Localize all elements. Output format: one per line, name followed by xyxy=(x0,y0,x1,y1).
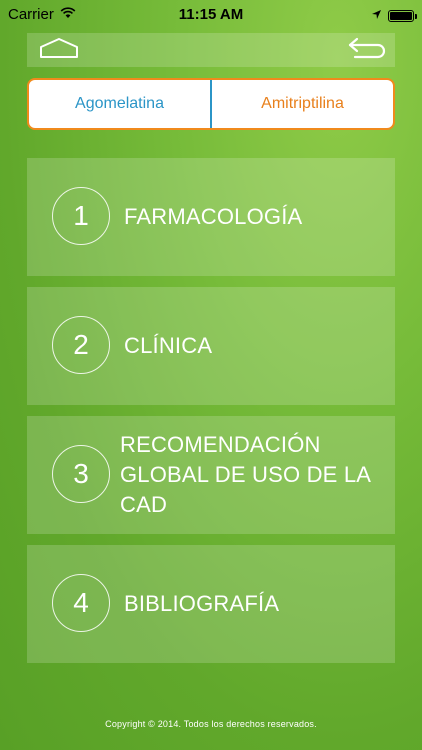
menu-item-label: RECOMENDACIÓN GLOBAL DE USO DE LA CAD xyxy=(120,432,370,517)
segment-agomelatina[interactable]: Agomelatina xyxy=(29,80,212,128)
location-arrow-icon xyxy=(371,7,382,24)
number-circle: 4 xyxy=(52,574,110,632)
menu-item-clinica[interactable]: 2 CLÍNICA xyxy=(27,287,395,405)
home-outline-icon xyxy=(39,37,79,64)
copyright-text: Copyright © 2014. Todos los derechos res… xyxy=(105,719,317,729)
menu-item-farmacologia[interactable]: 1 FARMACOLOGÍA xyxy=(27,158,395,276)
number-circle: 2 xyxy=(52,316,110,374)
number-circle: 3 xyxy=(52,445,110,503)
status-time: 11:15 AM xyxy=(178,6,244,23)
status-right xyxy=(371,7,417,24)
menu-item-label: FARMACOLOGÍA xyxy=(124,204,303,229)
back-button[interactable] xyxy=(345,33,389,67)
nav-bar xyxy=(27,33,395,67)
battery-icon xyxy=(388,9,417,22)
menu-item-label: CLÍNICA xyxy=(124,333,213,358)
number-circle: 1 xyxy=(52,187,110,245)
menu-item-label: BIBLIOGRAFÍA xyxy=(124,591,280,616)
drug-segmented-control: Agomelatina Amitriptilina xyxy=(27,78,395,130)
status-bar: Carrier 11:15 AM xyxy=(0,0,422,30)
back-arrow-icon xyxy=(347,36,387,65)
home-button[interactable] xyxy=(37,33,81,67)
menu-item-bibliografia[interactable]: 4 BIBLIOGRAFÍA xyxy=(27,545,395,663)
segment-amitriptilina[interactable]: Amitriptilina xyxy=(212,80,393,128)
menu-item-recomendacion[interactable]: 3 RECOMENDACIÓN GLOBAL DE USO DE LA CAD xyxy=(27,416,395,534)
